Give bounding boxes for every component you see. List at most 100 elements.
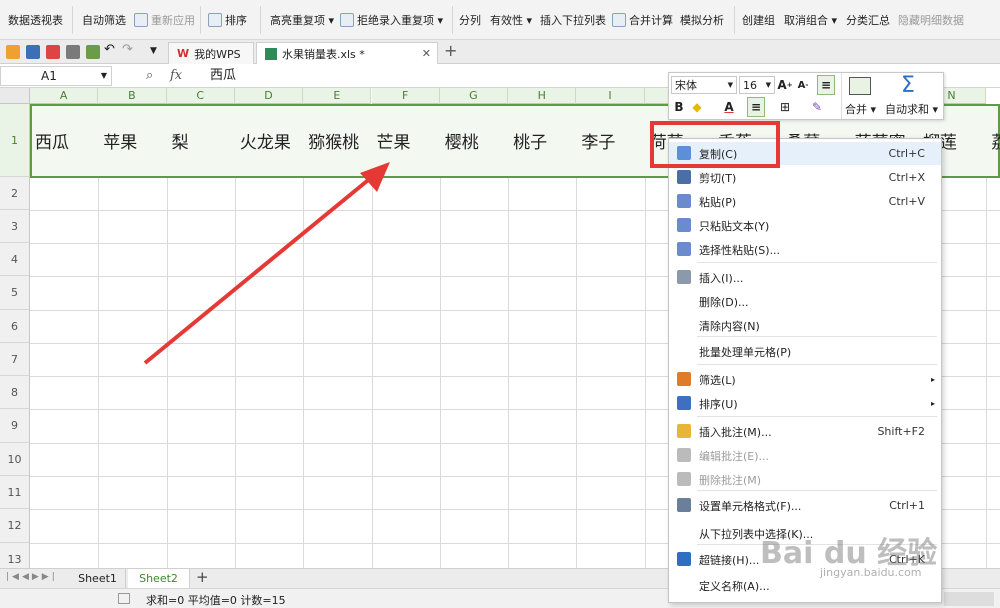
insert-dropdown-button[interactable]: 插入下拉列表 [540,0,606,40]
menu-item-shortcut: Ctrl+V [888,195,925,208]
save-icon[interactable] [26,45,40,59]
reapply-icon [134,13,148,27]
menu-item[interactable]: 批量处理单元格(P) [669,340,941,363]
menu-item[interactable]: 设置单元格格式(F)... Ctrl+1 [669,494,941,517]
menu-item[interactable]: 筛选(L) ▸ [669,368,941,391]
menu-item-label: 定义名称(A)... [699,579,770,593]
menu-item-label: 排序(U) [699,397,738,411]
menu-item[interactable]: 清除内容(N) [669,314,941,337]
menu-item-label: 插入(I)... [699,271,744,285]
menu-item[interactable]: 排序(U) ▸ [669,392,941,415]
redo-icon[interactable]: ↷ [122,42,136,57]
submenu-arrow-icon: ▸ [930,375,935,384]
subtotal-button[interactable]: 分类汇总 [846,0,890,40]
submenu-arrow-icon: ▸ [930,399,935,408]
menu-item[interactable]: 剪切(T) Ctrl+X [669,166,941,189]
what-if-button[interactable]: 模拟分析 [680,0,724,40]
menu-item[interactable]: 编辑批注(E)... [669,444,941,467]
format-painter-icon[interactable]: ✎ [809,98,825,116]
merge-button[interactable]: 合并 ▾ [845,101,876,117]
menu-item[interactable]: 插入批注(M)... Shift+F2 [669,420,941,443]
menu-item-label: 清除内容(N) [699,319,760,333]
zoom-icon[interactable]: ⌕ [146,68,153,83]
menu-item-label: 筛选(L) [699,373,736,387]
hide-detail-button[interactable]: 隐藏明细数据 [898,0,964,40]
mini-format-toolbar: 宋体 ▼ 16 ▼ A + A- ≡ B ◆ A ≡ ⊞ ✎ 合并 ▾ Σ 自动求和 … [668,72,944,120]
tab-sheet2[interactable]: Sheet2 [128,569,190,588]
menu-separator [697,262,937,263]
ribbon-toolbar: 数据透视表 自动筛选 重新应用 排序 高亮重复项 ▾ 拒绝录入重复项 ▾ 分列 … [0,0,1000,40]
menu-item-label: 编辑批注(E)... [699,449,770,463]
sigma-icon[interactable]: Σ [901,73,915,98]
spreadsheet-file-icon [265,47,277,60]
highlight-duplicates-button[interactable]: 高亮重复项 ▾ [270,0,334,40]
reject-duplicates-icon [340,13,354,27]
new-tab-button[interactable]: + [444,41,457,60]
create-group-button[interactable]: 创建组 [742,0,775,40]
close-tab-icon[interactable]: ✕ [422,47,431,60]
undo-icon[interactable]: ↶ [104,42,118,57]
wrap-text-icon[interactable]: ≡ [817,75,835,95]
delete-comment-icon [677,472,691,486]
watermark-url: jingyan.baidu.com [820,566,922,579]
menu-separator [697,416,937,417]
increase-font-icon[interactable]: A + [777,76,793,94]
menu-item[interactable]: 只粘贴文本(Y) [669,214,941,237]
paste-text-icon [677,218,691,232]
autosum-button[interactable]: 自动求和 ▾ [885,101,938,117]
hyperlink-icon [677,552,691,566]
align-center-icon[interactable]: ≡ [747,97,765,117]
split-column-button[interactable]: 分列 [459,0,481,40]
add-sheet-button[interactable]: + [196,568,209,586]
chevron-down-icon[interactable]: ▼ [150,46,164,60]
decrease-font-icon[interactable]: A- [795,76,811,94]
paste-icon [677,194,691,208]
tab-my-wps[interactable]: W 我的WPS [168,42,254,64]
edit-comment-icon [677,448,691,462]
fx-icon[interactable]: fx [170,68,182,83]
sort-button[interactable]: 排序 [208,0,247,40]
print-icon[interactable] [66,45,80,59]
sort-icon [677,396,691,410]
tab-sheet1[interactable]: Sheet1 [70,569,126,588]
menu-item-shortcut: Ctrl+C [888,147,925,160]
menu-item[interactable]: 删除批注(M) [669,468,941,491]
insert-icon [677,270,691,284]
sheet-icon [118,593,130,604]
reject-duplicates-button[interactable]: 拒绝录入重复项 ▾ [340,0,443,40]
reapply-button[interactable]: 重新应用 [134,0,195,40]
auto-filter-button[interactable]: 自动筛选 [82,0,126,40]
font-color-icon[interactable]: A [721,98,737,116]
export-pdf-icon[interactable] [46,45,60,59]
print-preview-icon[interactable] [86,45,100,59]
font-name-select[interactable]: 宋体 ▼ [671,76,737,94]
menu-item[interactable]: 插入(I)... [669,266,941,289]
status-summary: 求和=0 平均值=0 计数=15 [146,594,286,607]
menu-item[interactable]: 粘贴(P) Ctrl+V [669,190,941,213]
menu-item[interactable]: 选择性粘贴(S)... [669,238,941,261]
paste-special-icon [677,242,691,256]
consolidate-button[interactable]: 合并计算 [612,0,673,40]
menu-item[interactable]: 删除(D)... [669,290,941,313]
menu-item-shortcut: Ctrl+X [888,171,925,184]
consolidate-icon [612,13,626,27]
menu-separator [697,336,937,337]
font-size-select[interactable]: 16 ▼ [739,76,775,94]
ungroup-button[interactable]: 取消组合 ▾ [784,0,837,40]
view-buttons[interactable] [944,592,994,606]
merge-cells-icon[interactable] [849,77,871,95]
bold-icon[interactable]: B [671,98,687,116]
fill-color-icon[interactable]: ◆ [689,98,705,116]
name-box[interactable]: A1 ▼ [0,66,112,86]
menu-item-label: 超链接(H)... [699,553,760,567]
menu-item-label: 剪切(T) [699,171,737,185]
pivot-table-button[interactable]: 数据透视表 [8,0,63,40]
filter-icon [677,372,691,386]
validation-button[interactable]: 有效性 ▾ [490,0,532,40]
menu-item-label: 粘贴(P) [699,195,737,209]
sort-icon [208,13,222,27]
open-folder-icon[interactable] [6,45,20,59]
borders-icon[interactable]: ⊞ [777,98,793,116]
tab-file-workbook[interactable]: 水果销量表.xls * ✕ [256,42,438,64]
sheet-nav-arrows-icon[interactable]: |◀◀▶▶| [6,572,58,582]
